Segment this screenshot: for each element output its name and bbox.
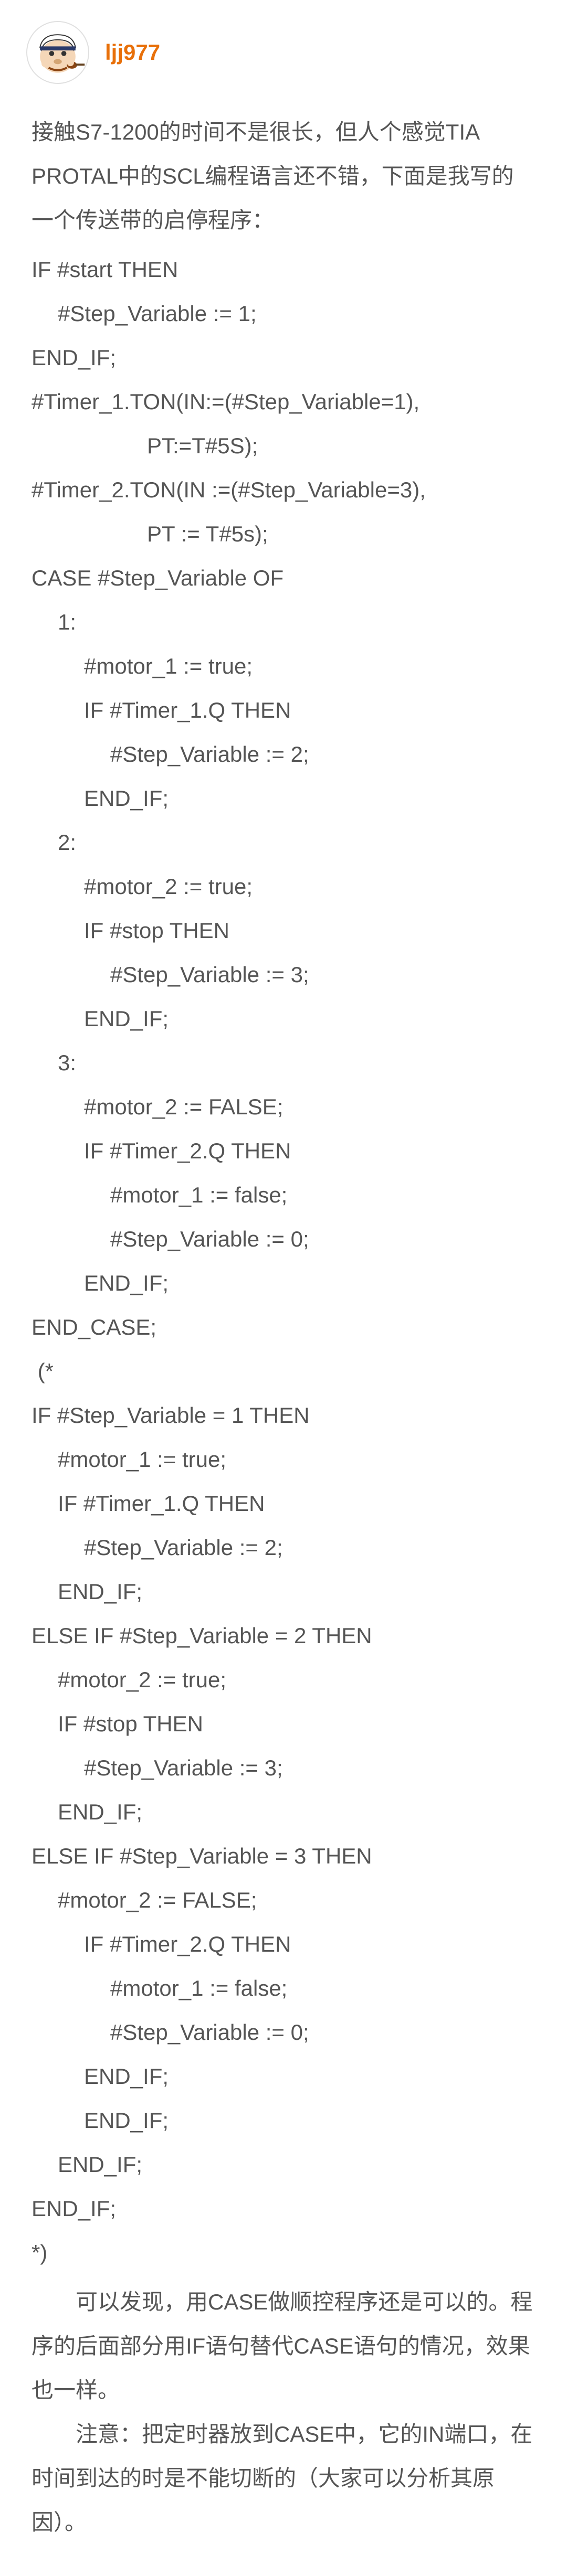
code-line: END_IF;: [32, 2143, 536, 2187]
code-line: 3:: [32, 1041, 536, 1085]
code-line: #motor_1 := false;: [32, 1966, 536, 2010]
intro-text: 接触S7-1200的时间不是很长，但人个感觉TIA PROTAL中的SCL编程语…: [32, 110, 536, 242]
code-line: #Timer_1.TON(IN:=(#Step_Variable=1),: [32, 380, 536, 424]
code-line: #motor_2 := FALSE;: [32, 1085, 536, 1129]
code-line: #Step_Variable := 2;: [32, 1526, 536, 1570]
code-line: END_IF;: [32, 2187, 536, 2231]
code-line: ELSE IF #Step_Variable = 2 THEN: [32, 1614, 536, 1658]
code-line: END_IF;: [32, 2099, 536, 2143]
code-line: #Step_Variable := 3;: [32, 953, 536, 997]
code-line: #Step_Variable := 3;: [32, 1746, 536, 1790]
code-line: #motor_1 := false;: [32, 1173, 536, 1217]
avatar-image: [27, 22, 88, 83]
code-line: END_IF;: [32, 1790, 536, 1834]
code-block: IF #start THEN#Step_Variable := 1;END_IF…: [32, 248, 536, 2275]
code-line: IF #Timer_1.Q THEN: [32, 1482, 536, 1526]
post-body: 接触S7-1200的时间不是很长，但人个感觉TIA PROTAL中的SCL编程语…: [0, 100, 567, 2576]
username[interactable]: ljj977: [105, 40, 160, 65]
code-line: #Step_Variable := 2;: [32, 732, 536, 776]
post-container: ljj977 接触S7-1200的时间不是很长，但人个感觉TIA PROTAL中…: [0, 0, 567, 2576]
post-header: ljj977: [0, 0, 567, 100]
code-line: 2:: [32, 821, 536, 865]
code-line: END_IF;: [32, 2055, 536, 2099]
code-line: IF #stop THEN: [32, 909, 536, 953]
conclusion-para-1: 可以发现，用CASE做顺控程序还是可以的。程序的后面部分用IF语句替代CASE语…: [32, 2280, 536, 2412]
code-line: PT:=T#5S);: [32, 424, 536, 468]
code-line: #motor_1 := true;: [32, 1438, 536, 1482]
code-line: ELSE IF #Step_Variable = 3 THEN: [32, 1834, 536, 1878]
code-line: #Step_Variable := 0;: [32, 2010, 536, 2055]
code-line: CASE #Step_Variable OF: [32, 556, 536, 600]
code-line: IF #start THEN: [32, 248, 536, 292]
code-line: IF #stop THEN: [32, 1702, 536, 1746]
code-line: END_IF;: [32, 776, 536, 821]
code-line: END_IF;: [32, 997, 536, 1041]
conclusion-section: 可以发现，用CASE做顺控程序还是可以的。程序的后面部分用IF语句替代CASE语…: [32, 2280, 536, 2545]
code-line: IF #Timer_2.Q THEN: [32, 1922, 536, 1966]
code-line: PT := T#5s);: [32, 512, 536, 556]
code-line: #Step_Variable := 1;: [32, 292, 536, 336]
code-line: #motor_1 := true;: [32, 644, 536, 688]
code-line: IF #Timer_1.Q THEN: [32, 688, 536, 732]
code-line: (*: [32, 1349, 536, 1393]
code-line: 1:: [32, 600, 536, 644]
user-avatar[interactable]: [26, 21, 89, 84]
code-line: #Step_Variable := 0;: [32, 1217, 536, 1261]
code-line: *): [32, 2231, 536, 2275]
code-line: IF #Step_Variable = 1 THEN: [32, 1393, 536, 1438]
code-line: END_IF;: [32, 1570, 536, 1614]
code-line: #Timer_2.TON(IN :=(#Step_Variable=3),: [32, 468, 536, 512]
code-line: #motor_2 := FALSE;: [32, 1878, 536, 1922]
code-line: #motor_2 := true;: [32, 865, 536, 909]
code-line: END_IF;: [32, 1261, 536, 1305]
code-line: END_CASE;: [32, 1305, 536, 1349]
code-line: #motor_2 := true;: [32, 1658, 536, 1702]
code-line: END_IF;: [32, 336, 536, 380]
code-line: IF #Timer_2.Q THEN: [32, 1129, 536, 1173]
conclusion-para-2: 注意：把定时器放到CASE中，它的IN端口，在时间到达的时是不能切断的（大家可以…: [32, 2412, 536, 2545]
